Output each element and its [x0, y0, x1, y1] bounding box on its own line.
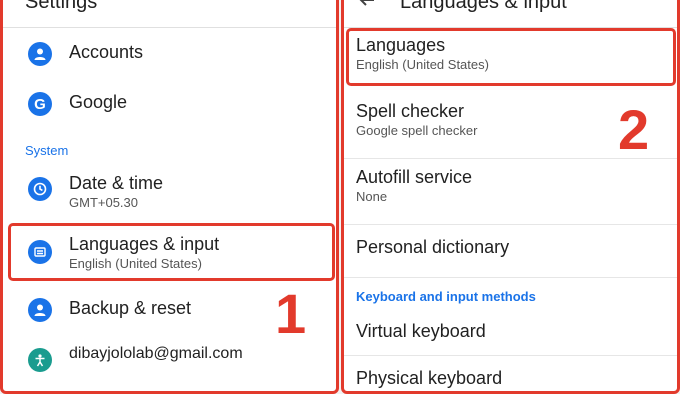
account-email-label: dibayjololab@gmail.com [69, 345, 243, 362]
backup-reset-label: Backup & reset [69, 298, 192, 318]
virtual-keyboard-label: Virtual keyboard [356, 321, 486, 341]
highlight-languages-input [8, 223, 335, 281]
step-number-1: 1 [275, 282, 307, 345]
settings-item-account-email[interactable]: dibayjololab@gmail.com [3, 342, 336, 382]
spell-checker-value: Google spell checker [356, 123, 478, 138]
spell-checker-label: Spell checker [356, 101, 465, 121]
autofill-service-label: Autofill service [356, 167, 473, 187]
divider [344, 355, 677, 356]
highlight-languages [346, 28, 676, 86]
date-time-label: Date & time [69, 173, 164, 193]
settings-item-accounts[interactable]: Accounts [3, 34, 336, 74]
account-icon [28, 42, 52, 66]
physical-keyboard-label: Physical keyboard [356, 368, 503, 388]
settings-panel: Settings Accounts G Google System Date &… [0, 0, 339, 394]
divider [344, 277, 677, 278]
header-divider [3, 27, 336, 28]
date-time-value: GMT+05.30 [69, 195, 139, 210]
accessibility-icon [28, 348, 52, 372]
google-label: Google [69, 92, 128, 112]
setting-physical-keyboard[interactable]: Physical keyboard [344, 368, 677, 391]
section-system: System [25, 143, 69, 158]
divider [344, 224, 677, 225]
settings-header-title: Settings [25, 0, 98, 13]
personal-dictionary-label: Personal dictionary [356, 237, 510, 257]
clock-icon [28, 177, 52, 201]
settings-item-date-time[interactable]: Date & time GMT+05.30 [3, 169, 336, 219]
setting-autofill-service[interactable]: Autofill service None [344, 167, 677, 217]
languages-input-panel: Languages & input Languages English (Uni… [341, 0, 680, 394]
autofill-service-value: None [356, 189, 388, 204]
backup-icon [28, 298, 52, 322]
languages-input-header-title: Languages & input [400, 0, 567, 13]
google-icon: G [28, 92, 52, 116]
settings-item-google[interactable]: G Google [3, 84, 336, 124]
section-keyboard-input-methods: Keyboard and input methods [356, 289, 536, 304]
step-number-2: 2 [618, 98, 650, 161]
setting-personal-dictionary[interactable]: Personal dictionary [344, 237, 677, 277]
back-arrow-icon[interactable] [358, 0, 376, 15]
accounts-label: Accounts [69, 42, 144, 62]
